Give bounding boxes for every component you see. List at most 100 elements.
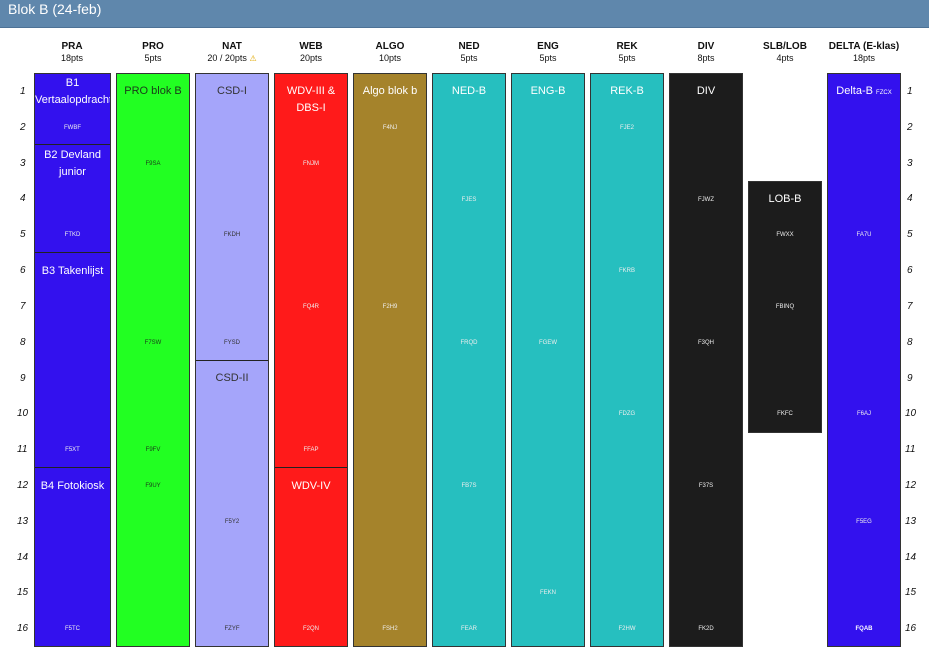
header-name: DELTA (E-klas) <box>828 41 900 52</box>
column-div: DIV FJWZ F3QH F37S FK2D <box>669 73 743 647</box>
block-divider <box>35 252 110 253</box>
block-code: F6AJ <box>856 411 871 417</box>
block-code: F5Y2 <box>224 519 240 525</box>
block-code: FA7U <box>856 232 872 238</box>
block-code: FRQD <box>460 340 478 346</box>
column-slb-lob: LOB-B FWXX FBINQ FKFC <box>748 181 822 433</box>
header-slb-lob: SLB/LOB 4pts <box>748 41 822 64</box>
block-code: FKRB <box>618 268 635 274</box>
header-points: 18pts <box>852 53 876 63</box>
row-label: 7 <box>907 301 913 312</box>
row-label: 3 <box>907 158 913 169</box>
header-name: ENG <box>537 41 559 52</box>
block-divider <box>196 360 268 361</box>
block-code: FDZG <box>618 411 636 417</box>
row-label: 5 <box>907 229 913 240</box>
header-name: WEB <box>299 41 323 52</box>
block-code: FKDH <box>223 232 241 238</box>
block-code: FYSD <box>223 340 240 346</box>
block-code: FB7S <box>461 483 477 489</box>
block-code: F37S <box>698 483 714 489</box>
column-ned: NED-B FJES FRQD FB7S FEAR <box>432 73 506 647</box>
block-code: F9UY <box>145 483 161 489</box>
header-name: ALGO <box>375 41 405 52</box>
row-label: 8 <box>907 337 913 348</box>
block-divider <box>35 467 110 468</box>
block-title[interactable]: ENG-B <box>512 83 584 100</box>
row-label: 12 <box>905 480 917 491</box>
header-name: PRA <box>61 41 83 52</box>
header-points: 20pts <box>299 53 323 63</box>
block-code: FEKN <box>539 590 556 596</box>
block-code: FEAR <box>460 626 477 632</box>
block-divider <box>35 144 110 145</box>
block-title[interactable]: CSD-I <box>196 83 268 100</box>
block-title[interactable]: WDV-IV <box>275 478 347 495</box>
block-title[interactable]: NED-B <box>433 83 505 100</box>
block-code: F2H9 <box>382 304 398 310</box>
row-label: 9 <box>907 373 913 384</box>
header-name: DIV <box>697 41 715 52</box>
header-name: NAT <box>222 41 242 52</box>
column-web: WDV-III & DBS-I WDV-IV FNJM FQ4R FFAP F2… <box>274 73 348 647</box>
header-ned: NED 5pts <box>432 41 506 64</box>
header-points-value: 20 / 20pts <box>207 53 247 63</box>
block-code: FWBF <box>64 125 81 131</box>
header-rek: REK 5pts <box>590 41 664 64</box>
block-code: FWXX <box>776 232 794 238</box>
block-title[interactable]: REK-B <box>591 83 663 100</box>
row-label: 1 <box>907 86 913 97</box>
row-label: 15 <box>905 587 917 598</box>
block-code: FFAP <box>303 447 319 453</box>
block-code: F9FV <box>145 447 161 453</box>
block-code: F5XT <box>65 447 80 453</box>
header-web: WEB 20pts <box>274 41 348 64</box>
block-title[interactable]: DIV <box>670 83 742 100</box>
row-label: 4 <box>907 193 913 204</box>
column-nat: CSD-I CSD-II FKDH FYSD F5Y2 FZYF <box>195 73 269 647</box>
block-code: FZYF <box>224 626 240 632</box>
block-title[interactable]: CSD-II <box>196 370 268 387</box>
column-delta: Delta-B FZCX FA7U F6AJ F5EG FQAB <box>827 73 901 647</box>
block-code: FKFC <box>777 411 793 417</box>
block-title[interactable]: Algo blok b <box>354 83 426 100</box>
header-name: SLB/LOB <box>763 41 807 52</box>
block-code: F5TC <box>65 626 80 632</box>
header-points: 20 / 20pts ⚠ <box>195 53 269 64</box>
block-title[interactable]: Delta-B FZCX <box>828 83 900 102</box>
row-label: 10 <box>905 408 917 419</box>
block-title[interactable]: PRO blok B <box>117 83 189 100</box>
header-nat: NAT 20 / 20pts ⚠ <box>195 41 269 64</box>
block-title[interactable]: B3 Takenlijst <box>35 263 110 280</box>
header-points: 18pts <box>60 53 84 63</box>
warning-icon: ⚠ <box>249 54 257 63</box>
block-title[interactable]: B1 Vertaalopdracht <box>35 75 110 109</box>
header-pro: PRO 5pts <box>116 41 190 64</box>
header-name: NED <box>458 41 480 52</box>
row-label: 14 <box>905 552 917 563</box>
header-points: 5pts <box>618 53 636 63</box>
block-code: FGEW <box>539 340 557 346</box>
header-delta: DELTA (E-klas) 18pts <box>825 41 903 64</box>
block-title[interactable]: B2 Devland junior <box>35 147 110 181</box>
block-code: FSH2 <box>382 626 398 632</box>
row-label: 16 <box>905 623 917 634</box>
block-code: FJE2 <box>619 125 634 131</box>
block-code: FNJM <box>303 161 319 167</box>
block-code: FQ4R <box>302 304 319 310</box>
window-title: Blok B (24-feb) <box>8 1 102 17</box>
column-pro: PRO blok B F9SA F7SW F9FV F9UY <box>116 73 190 647</box>
column-eng: ENG-B FGEW FEKN <box>511 73 585 647</box>
block-title[interactable]: WDV-III & DBS-I <box>275 83 347 117</box>
header-algo: ALGO 10pts <box>353 41 427 64</box>
column-rek: REK-B FJE2 FKRB FDZG F2HW <box>590 73 664 647</box>
block-title[interactable]: B4 Fotokiosk <box>35 478 110 495</box>
block-code: F5EG <box>856 519 872 525</box>
block-code: F7SW <box>144 340 162 346</box>
header-name: REK <box>616 41 638 52</box>
block-code: F2QN <box>302 626 319 632</box>
header-points: 5pts <box>144 53 162 63</box>
block-code: FTKD <box>64 232 81 238</box>
block-title[interactable]: LOB-B <box>749 191 821 208</box>
block-code: F2HW <box>618 626 636 632</box>
